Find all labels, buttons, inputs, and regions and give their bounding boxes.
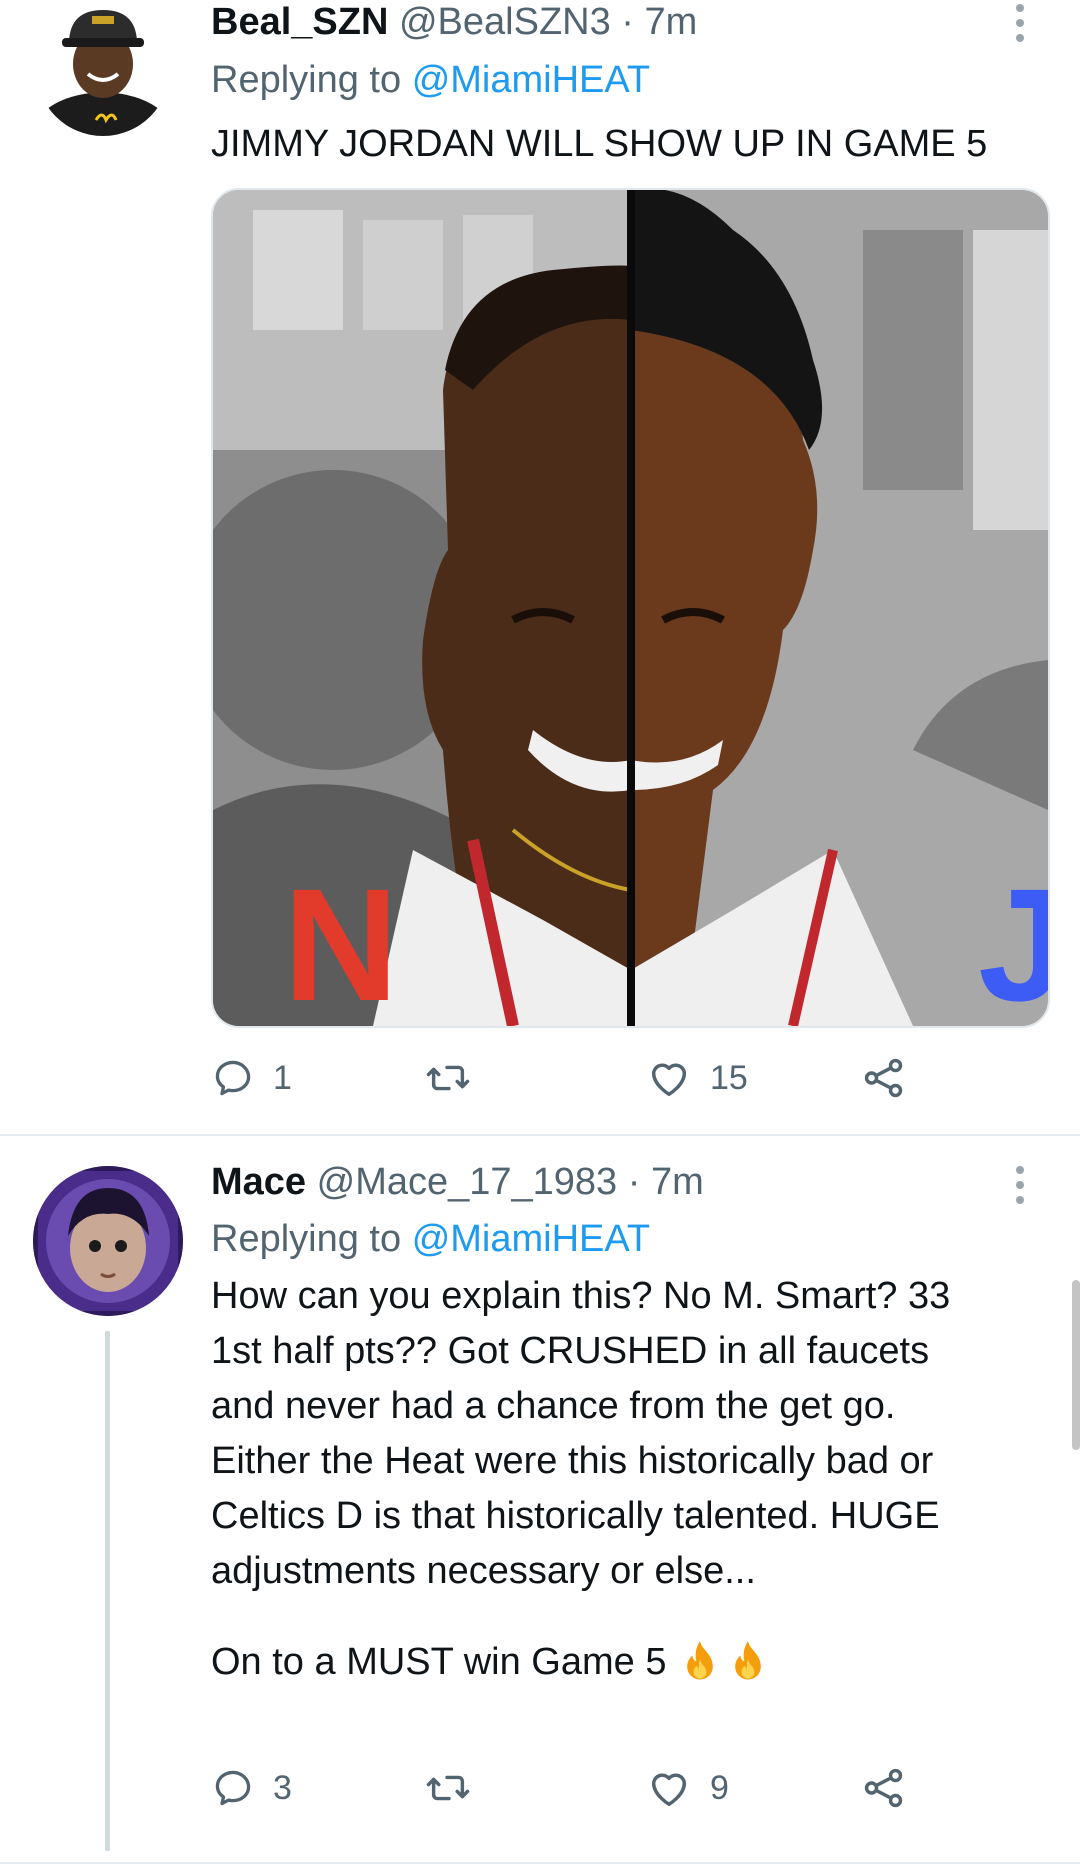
tweet-text-line: adjustments necessary or else... bbox=[211, 1550, 756, 1592]
tweet-actions: 1 15 bbox=[211, 1048, 931, 1108]
retweet-icon bbox=[426, 1775, 470, 1801]
tweet-text-line-last: On to a MUST win Game 5 bbox=[211, 1635, 1031, 1690]
share-button[interactable] bbox=[861, 1758, 907, 1818]
tweet-text-line: On to a MUST win Game 5 bbox=[211, 1641, 667, 1683]
retweet-button[interactable] bbox=[425, 1758, 489, 1818]
fire-icon bbox=[735, 1640, 762, 1679]
replying-to-mention[interactable]: @MiamiHEAT bbox=[412, 1218, 650, 1260]
fire-icon bbox=[687, 1640, 714, 1679]
tweet-text-line: Celtics D is that historically talented.… bbox=[211, 1495, 940, 1537]
avatar-image bbox=[33, 1166, 183, 1316]
tweet-actions: 3 9 bbox=[211, 1758, 931, 1818]
tweet-header: Mace @Mace_17_1983 · 7m bbox=[211, 1159, 704, 1205]
avatar[interactable] bbox=[33, 1166, 183, 1316]
tweet-text: JIMMY JORDAN WILL SHOW UP IN GAME 5 bbox=[211, 117, 1031, 172]
reply-count: 3 bbox=[273, 1768, 292, 1807]
retweet-button[interactable] bbox=[425, 1048, 489, 1108]
more-icon[interactable] bbox=[1015, 4, 1025, 42]
avatar-image bbox=[36, 10, 170, 136]
tweet-text-line: How can you explain this? No M. Smart? 3… bbox=[211, 1275, 951, 1317]
tweet-text-line: Either the Heat were this historically b… bbox=[211, 1440, 934, 1482]
heart-icon bbox=[651, 1063, 687, 1097]
handle[interactable]: @Mace_17_1983 bbox=[317, 1161, 618, 1203]
tweet-image[interactable]: N JI bbox=[211, 188, 1050, 1028]
tweet-text-line: 1st half pts?? Got CRUSHED in all faucet… bbox=[211, 1330, 930, 1372]
scrollbar[interactable] bbox=[1072, 1280, 1080, 1450]
like-count: 15 bbox=[710, 1058, 748, 1097]
like-button[interactable]: 15 bbox=[646, 1048, 748, 1108]
reply-count: 1 bbox=[273, 1058, 292, 1097]
thread-line bbox=[105, 1331, 110, 1851]
tweet-text-line: and never had a chance from the get go. bbox=[211, 1385, 896, 1427]
display-name[interactable]: Mace bbox=[211, 1161, 306, 1203]
share-icon bbox=[864, 1768, 903, 1808]
like-count: 9 bbox=[710, 1768, 729, 1807]
reply-icon bbox=[215, 1060, 251, 1096]
share-icon bbox=[864, 1058, 903, 1098]
reply-button[interactable]: 1 bbox=[211, 1048, 292, 1108]
retweet-icon bbox=[426, 1065, 470, 1091]
tweet-1[interactable]: Beal_SZN @BealSZN3 · 7m Replying to @Mia… bbox=[0, 0, 1080, 1135]
heart-icon bbox=[651, 1773, 687, 1807]
avatar[interactable] bbox=[36, 2, 170, 136]
replying-to-prefix: Replying to bbox=[211, 1218, 402, 1260]
handle[interactable]: @BealSZN3 bbox=[399, 1, 611, 43]
display-name[interactable]: Beal_SZN bbox=[211, 1, 388, 43]
replying-to-mention[interactable]: @MiamiHEAT bbox=[412, 59, 650, 101]
more-icon[interactable] bbox=[1015, 1166, 1025, 1204]
reply-icon bbox=[215, 1770, 251, 1806]
tweet-text: How can you explain this? No M. Smart? 3… bbox=[211, 1269, 1031, 1690]
reply-button[interactable]: 3 bbox=[211, 1758, 292, 1818]
tweet-text-line bbox=[211, 1599, 1031, 1635]
replying-to: Replying to @MiamiHEAT bbox=[211, 57, 650, 103]
timestamp[interactable]: · 7m bbox=[621, 1, 697, 43]
tweet-2[interactable]: Mace @Mace_17_1983 · 7m Replying to @Mia… bbox=[0, 1136, 1080, 1866]
replying-to-prefix: Replying to bbox=[211, 59, 402, 101]
timestamp[interactable]: · 7m bbox=[628, 1161, 704, 1203]
split-face-image: N JI bbox=[213, 190, 1048, 1026]
replying-to: Replying to @MiamiHEAT bbox=[211, 1216, 650, 1262]
share-button[interactable] bbox=[861, 1048, 907, 1108]
like-button[interactable]: 9 bbox=[646, 1758, 729, 1818]
bottom-divider bbox=[0, 1862, 1080, 1864]
media-letter-left: N bbox=[283, 855, 399, 1026]
media-letter-right: JI bbox=[978, 855, 1048, 1026]
tweet-header: Beal_SZN @BealSZN3 · 7m bbox=[211, 0, 697, 45]
fire-emoji bbox=[678, 1639, 770, 1687]
tweet-text-line: JIMMY JORDAN WILL SHOW UP IN GAME 5 bbox=[211, 123, 988, 165]
